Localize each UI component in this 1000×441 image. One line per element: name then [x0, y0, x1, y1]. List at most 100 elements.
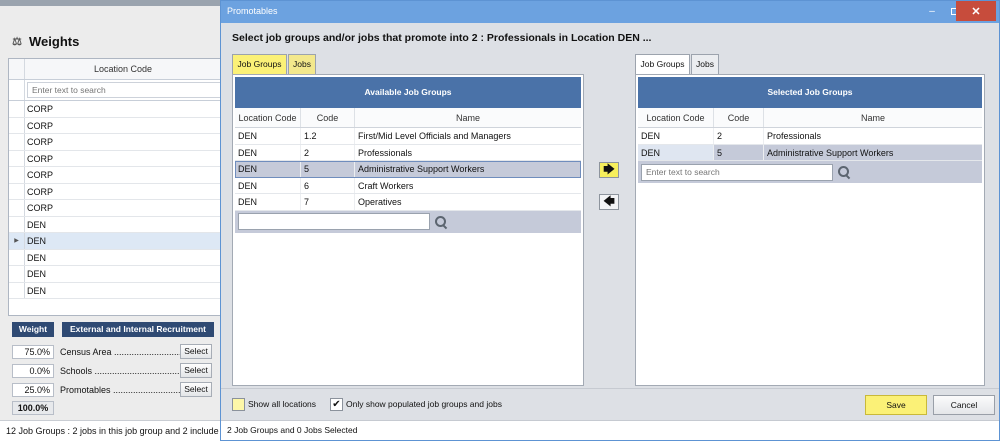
weight-select-button[interactable]: Select: [180, 344, 212, 359]
location-row[interactable]: CORP: [9, 150, 221, 167]
table-cell: DEN: [235, 144, 301, 160]
weight-label: Promotables ............................: [60, 384, 180, 395]
weight-header: Weight: [12, 322, 54, 337]
location-search-input[interactable]: [27, 82, 221, 98]
weights-status-bar: 12 Job Groups : 2 jobs in this job group…: [0, 420, 222, 441]
selected-col-name[interactable]: Name: [764, 108, 982, 127]
table-cell: Professionals: [358, 147, 413, 158]
weight-select-button[interactable]: Select: [180, 382, 212, 397]
weight-label: Schools ................................…: [60, 365, 180, 376]
location-row[interactable]: ▶ DEN: [9, 233, 221, 250]
available-col-code[interactable]: Code: [301, 108, 355, 127]
weight-percent-input[interactable]: 75.0%: [12, 344, 54, 359]
location-row[interactable]: DEN: [9, 249, 221, 266]
table-cell: DEN: [235, 161, 301, 177]
location-row[interactable]: DEN: [9, 282, 221, 299]
available-col-name[interactable]: Name: [355, 108, 581, 127]
move-left-button[interactable]: 🡄: [599, 194, 619, 210]
table-row[interactable]: DEN 1.2 First/Mid Level Officials and Mana…: [235, 128, 581, 145]
promotables-dialog: Promotables – ✕ Select job groups and/or…: [220, 0, 1000, 441]
dialog-title: Promotables: [227, 6, 278, 16]
location-row[interactable]: CORP: [9, 101, 221, 118]
dialog-titlebar[interactable]: Promotables – ✕: [221, 1, 999, 23]
save-button[interactable]: Save: [865, 395, 927, 415]
table-row[interactable]: DEN 6 Craft Workers: [235, 177, 581, 194]
location-code-column-header[interactable]: Location Code: [25, 59, 221, 79]
table-cell: 7: [301, 194, 355, 210]
table-cell: Administrative Support Workers: [358, 164, 485, 174]
selected-col-code[interactable]: Code: [714, 108, 764, 127]
location-row[interactable]: CORP: [9, 134, 221, 151]
weight-select-button[interactable]: Select: [180, 363, 212, 378]
search-icon[interactable]: [434, 215, 448, 229]
tab-left-jobs[interactable]: Jobs: [288, 54, 316, 74]
tab-right-job-groups[interactable]: Job Groups: [635, 54, 690, 74]
table-row[interactable]: DEN 7 Operatives: [235, 194, 581, 211]
location-code-cell: CORP: [27, 186, 54, 197]
available-search-input[interactable]: [238, 213, 430, 230]
populated-only-label[interactable]: Only show populated job groups and jobs: [346, 399, 502, 409]
checkmark-icon: ✔: [332, 399, 341, 410]
available-job-groups-panel: Available Job Groups Location Code Code …: [232, 74, 584, 386]
tab-right-jobs[interactable]: Jobs: [691, 54, 719, 74]
table-cell: Administrative Support Workers: [767, 147, 894, 158]
location-row[interactable]: CORP: [9, 167, 221, 184]
table-cell: Operatives: [358, 197, 402, 207]
table-cell: DEN: [235, 128, 301, 144]
location-row[interactable]: CORP: [9, 200, 221, 217]
location-row[interactable]: DEN: [9, 266, 221, 283]
location-code-cell: CORP: [27, 104, 54, 114]
selected-search-row: [638, 161, 982, 183]
cancel-button[interactable]: Cancel: [933, 395, 995, 415]
table-cell: Craft Workers: [358, 180, 414, 191]
show-all-locations-checkbox[interactable]: [232, 398, 245, 411]
table-cell: 2: [301, 144, 355, 160]
table-cell: DEN: [235, 177, 301, 193]
location-row[interactable]: DEN: [9, 216, 221, 233]
table-cell: 5: [714, 144, 764, 160]
weights-title-text: Weights: [29, 33, 80, 49]
location-search-row: [9, 80, 221, 101]
row-indicator: [9, 282, 25, 298]
show-all-locations-label[interactable]: Show all locations: [248, 399, 316, 409]
available-columns: Location Code Code Name: [235, 108, 581, 128]
weight-percent-input[interactable]: 0.0%: [12, 363, 54, 378]
close-button[interactable]: ✕: [956, 1, 996, 21]
tab-left-job-groups[interactable]: Job Groups: [232, 54, 287, 74]
row-indicator: [9, 134, 25, 150]
selected-col-location[interactable]: Location Code: [638, 108, 714, 127]
available-col-location[interactable]: Location Code: [235, 108, 301, 127]
minimize-button[interactable]: –: [921, 1, 943, 21]
weight-row: 75.0% Census Area .......................…: [12, 344, 222, 359]
location-row[interactable]: CORP: [9, 117, 221, 134]
table-cell: Professionals: [767, 131, 822, 141]
table-cell: DEN: [235, 194, 301, 210]
footer-divider: [221, 388, 999, 389]
selected-columns: Location Code Code Name: [638, 108, 982, 128]
table-row[interactable]: DEN 2 Professionals: [638, 128, 982, 145]
row-indicator: [9, 117, 25, 133]
location-row[interactable]: CORP: [9, 183, 221, 200]
table-cell: 6: [301, 177, 355, 193]
location-code-cell: DEN: [27, 269, 47, 279]
table-row[interactable]: DEN 5 Administrative Support Workers: [638, 144, 982, 161]
location-grid-header: Location Code: [9, 59, 221, 80]
recruitment-header: External and Internal Recruitment: [62, 322, 214, 337]
selected-rows: DEN 2 Professionals DEN 5 Administrative Supp…: [636, 128, 984, 161]
weight-percent-input[interactable]: 25.0%: [12, 382, 54, 397]
location-code-cell: DEN: [27, 252, 47, 263]
dialog-heading: Select job groups and/or jobs that promo…: [232, 32, 652, 44]
weight-row: 25.0% Promotables .......................…: [12, 382, 222, 397]
populated-only-checkbox[interactable]: ✔: [330, 398, 343, 411]
selected-search-input[interactable]: [641, 163, 833, 181]
move-right-button[interactable]: 🡆: [599, 162, 619, 178]
weights-window: ⚖ Weights Location Code CORP CORP CORP CORP…: [0, 0, 222, 441]
table-row[interactable]: DEN 2 Professionals: [235, 144, 581, 161]
table-cell: 5: [301, 161, 355, 177]
search-icon[interactable]: [837, 165, 851, 179]
table-row[interactable]: DEN 5 Administrative Support Workers: [235, 161, 581, 178]
available-rows: DEN 1.2 First/Mid Level Officials and Mana…: [233, 128, 583, 211]
available-panel-header: Available Job Groups: [235, 77, 581, 108]
location-code-cell: DEN: [27, 219, 47, 230]
table-cell: First/Mid Level Officials and Managers: [358, 131, 511, 141]
